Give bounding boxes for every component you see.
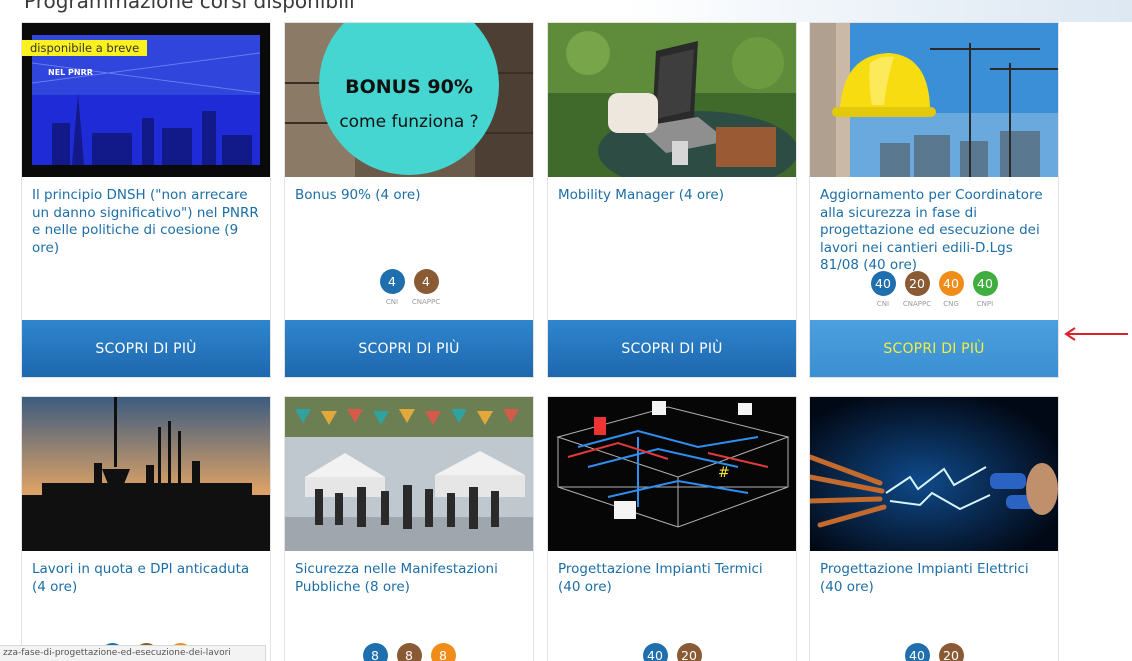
- red-arrow-annotation: [1064, 327, 1128, 341]
- course-image-bonus: BONUS 90% come funziona ?: [285, 23, 533, 177]
- course-title[interactable]: Lavori in quota e DPI anticaduta (4 ore): [32, 561, 262, 596]
- coming-soon-badge: disponibile a breve: [22, 40, 148, 56]
- course-card-manifestazioni[interactable]: Sicurezza nelle Manifestazioni Pubbliche…: [284, 396, 534, 661]
- course-title[interactable]: Progettazione Impianti Termici (40 ore): [558, 561, 788, 596]
- credit-badge-cng: 40 CNG: [938, 271, 964, 308]
- credit-badges: 4 CNI 4 CNAPPC: [285, 269, 533, 306]
- course-card-mobility[interactable]: Mobility Manager (4 ore) SCOPRI DI PIÙ: [547, 22, 797, 378]
- credit-badge-cni: 4 CNI: [379, 269, 405, 306]
- course-image-impianti-termici: #: [548, 397, 796, 551]
- credit-badges: 40 20: [548, 643, 796, 661]
- course-title[interactable]: Mobility Manager (4 ore): [558, 187, 788, 205]
- image-caption-line2: come funziona ?: [339, 112, 478, 132]
- page-heading: Programmazione corsi disponibili: [24, 0, 355, 13]
- credit-badges: 8 8 8: [285, 643, 533, 661]
- credit-badge-cng: 8: [430, 643, 456, 661]
- course-card-bonus[interactable]: BONUS 90% come funziona ? Bonus 90% (4 o…: [284, 22, 534, 378]
- credit-badge-cni: 40: [904, 643, 930, 661]
- credit-badge-cnappc: 20: [938, 643, 964, 661]
- discover-more-button[interactable]: SCOPRI DI PIÙ: [285, 320, 533, 377]
- course-image-impianti-elettrici: [810, 397, 1058, 551]
- course-card-lavori-quota[interactable]: Lavori in quota e DPI anticaduta (4 ore): [21, 396, 271, 661]
- page-header-strip: Programmazione corsi disponibili: [0, 0, 1132, 22]
- course-card-impianti-elettrici[interactable]: Progettazione Impianti Elettrici (40 ore…: [809, 396, 1059, 661]
- course-image-mobility: [548, 23, 796, 177]
- course-title[interactable]: Bonus 90% (4 ore): [295, 187, 525, 205]
- course-card-coordinatore[interactable]: Aggiornamento per Coordinatore alla sicu…: [809, 22, 1059, 378]
- credit-badges: 40 CNI 20 CNAPPC 40 CNG 40 CNPI: [810, 271, 1058, 308]
- image-caption: NEL PNRR: [48, 68, 93, 77]
- status-bar-url: zza-fase-di-progettazione-ed-esecuzione-…: [0, 645, 266, 661]
- image-caption-line1: BONUS 90%: [345, 76, 473, 98]
- credit-badge-cni: 40 CNI: [870, 271, 896, 308]
- credit-badge-cni: 8: [362, 643, 388, 661]
- course-title[interactable]: Progettazione Impianti Elettrici (40 ore…: [820, 561, 1050, 596]
- course-title[interactable]: Il principio DNSH ("non arrecare un dann…: [32, 187, 262, 257]
- course-title[interactable]: Sicurezza nelle Manifestazioni Pubbliche…: [295, 561, 525, 596]
- credit-badge-cnpi: 40 CNPI: [972, 271, 998, 308]
- course-image-lavori-quota: [22, 397, 270, 551]
- discover-more-button-hovered[interactable]: SCOPRI DI PIÙ: [810, 320, 1058, 377]
- discover-more-button[interactable]: SCOPRI DI PIÙ: [548, 320, 796, 377]
- credit-badge-cnappc: 8: [396, 643, 422, 661]
- svg-text:#: #: [718, 465, 730, 481]
- credit-badges: 40 20: [810, 643, 1058, 661]
- credit-badge-cnappc: 20 CNAPPC: [903, 271, 931, 308]
- course-image-coordinatore: [810, 23, 1058, 177]
- credit-badge-cnappc: 20: [676, 643, 702, 661]
- credit-badge-cni: 40: [642, 643, 668, 661]
- discover-more-button[interactable]: SCOPRI DI PIÙ: [22, 320, 270, 377]
- course-title[interactable]: Aggiornamento per Coordinatore alla sicu…: [820, 187, 1050, 275]
- course-card-dnsh[interactable]: NEL PNRR disponibile a breve Il principi…: [21, 22, 271, 378]
- course-card-impianti-termici[interactable]: # Progettazione Impianti Termici (40 ore…: [547, 396, 797, 661]
- course-image-manifestazioni: [285, 397, 533, 551]
- credit-badge-cnappc: 4 CNAPPC: [412, 269, 440, 306]
